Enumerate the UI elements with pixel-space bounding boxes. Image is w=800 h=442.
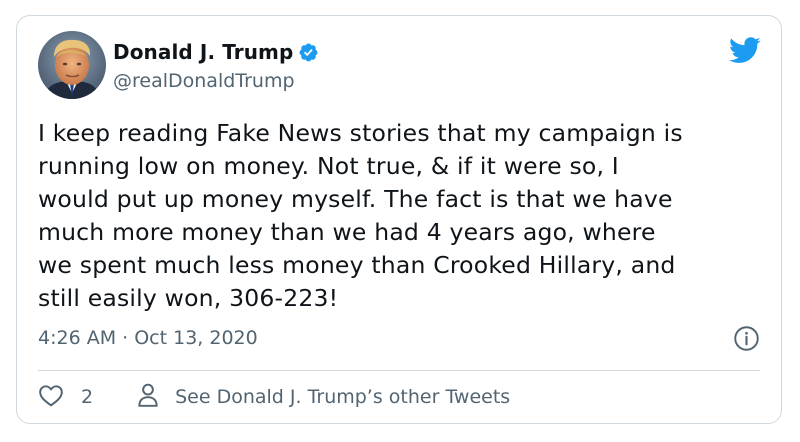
see-other-tweets-label: See Donald J. Trump’s other Tweets — [175, 386, 511, 408]
like-button[interactable]: 2 — [38, 383, 93, 412]
tweet-card: Donald J. Trump @realDonaldTrump I keep … — [16, 15, 782, 424]
avatar[interactable] — [38, 31, 106, 99]
verified-badge-icon — [298, 42, 319, 63]
twitter-bird-icon[interactable] — [729, 37, 761, 64]
tweet-actions: 2 See Donald J. Trump’s other Tweets — [38, 382, 510, 412]
author-display-name[interactable]: Donald J. Trump — [113, 40, 293, 64]
tweet-text: I keep reading Fake News stories that my… — [38, 119, 683, 312]
see-other-tweets-link[interactable]: See Donald J. Trump’s other Tweets — [137, 382, 510, 413]
tweet-timestamp[interactable]: 4:26 AM · Oct 13, 2020 — [38, 327, 258, 349]
heart-icon — [38, 383, 64, 412]
info-icon[interactable] — [733, 325, 760, 352]
author-handle[interactable]: @realDonaldTrump — [113, 70, 295, 92]
divider — [38, 370, 760, 371]
like-count: 2 — [81, 386, 94, 408]
author-name-row[interactable]: Donald J. Trump — [113, 40, 319, 64]
avatar-image — [38, 31, 106, 99]
person-icon — [137, 382, 159, 413]
